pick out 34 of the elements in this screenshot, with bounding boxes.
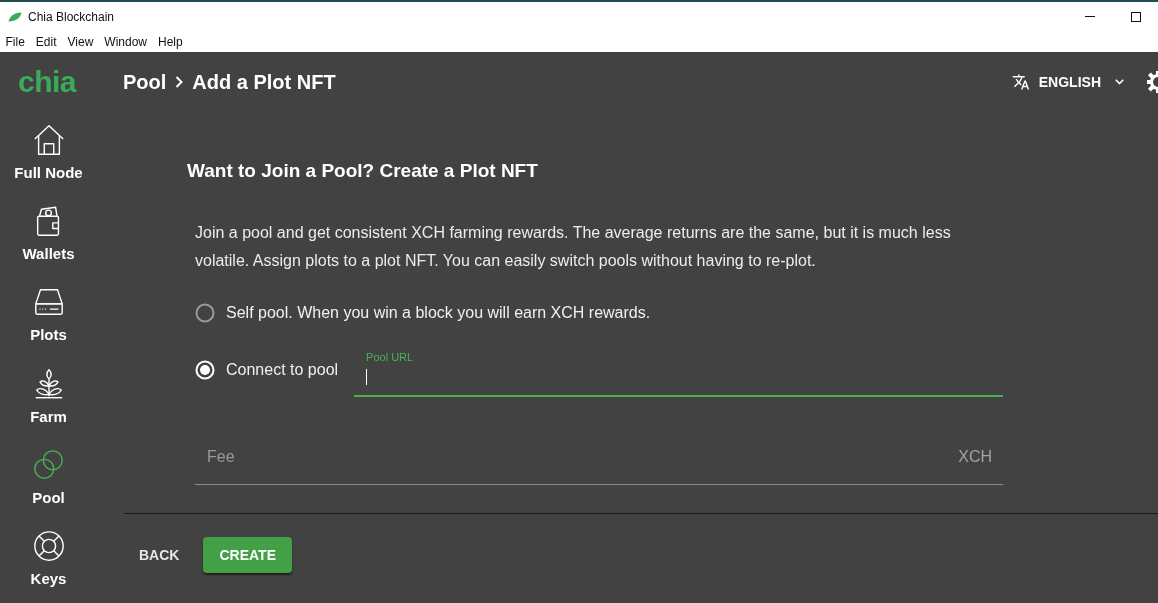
- section-heading: Want to Join a Pool? Create a Plot NFT: [187, 159, 538, 183]
- menu-item[interactable]: Edit: [30, 33, 63, 50]
- language-button[interactable]: ENGLISH: [1011, 73, 1124, 91]
- url-field[interactable]: Pool URL: [354, 348, 1003, 397]
- nav-item[interactable]: Wallets: [0, 197, 97, 279]
- radio-option[interactable]: Self pool. When you win a block you will earn XCH rewards.: [195, 293, 651, 333]
- nav-item[interactable]: Farm: [0, 359, 97, 441]
- chevron-down-icon: [1115, 79, 1124, 85]
- back-button[interactable]: BACK: [131, 537, 188, 573]
- text-cursor-icon: [366, 369, 368, 385]
- window-title: Chia Blockchain: [28, 8, 115, 25]
- maximize-icon: [1130, 11, 1141, 22]
- menu-item[interactable]: View: [62, 33, 99, 50]
- nav-item[interactable]: Full Node: [0, 116, 97, 198]
- menu-item[interactable]: Window: [98, 33, 153, 50]
- nav-item[interactable]: Plots: [0, 278, 97, 360]
- chevron-right-icon: [175, 76, 184, 88]
- translate-icon: [1011, 73, 1030, 91]
- page-title: Add a Plot NFT: [192, 70, 336, 94]
- nav-item[interactable]: Pool: [0, 440, 97, 522]
- field-label: Pool URL: [366, 351, 414, 363]
- unit-label: XCH: [958, 447, 992, 467]
- minimize-icon: [1085, 16, 1095, 17]
- fee-field[interactable]: Fee XCH: [195, 432, 1003, 485]
- breadcrumb-link[interactable]: Pool: [123, 70, 167, 94]
- menu-item[interactable]: Help: [152, 33, 189, 50]
- radio-option[interactable]: Connect to pool: [195, 350, 339, 390]
- nav-item[interactable]: Keys: [0, 521, 97, 603]
- field-label: Fee: [207, 447, 235, 467]
- app-logo: chia: [18, 65, 77, 98]
- settings-icon[interactable]: [1146, 70, 1158, 94]
- leaf-icon: [8, 11, 22, 22]
- menu-item[interactable]: File: [0, 33, 31, 50]
- description-text: Join a pool and get consistent XCH farming rewards. The average returns are the same, but it is much less volatile. Assign plots to a plot NFT. You can easily switch pools without having to re-plot.: [195, 223, 952, 271]
